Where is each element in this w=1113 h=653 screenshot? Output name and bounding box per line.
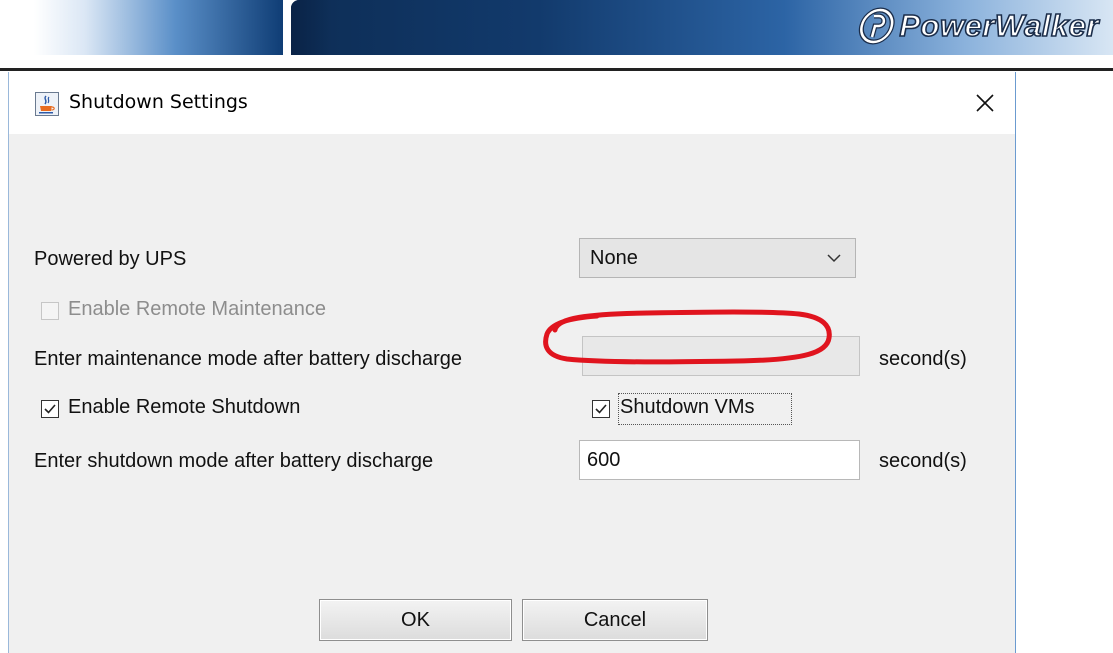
header-divider — [0, 68, 1113, 71]
enable-remote-maintenance-label: Enable Remote Maintenance — [68, 298, 326, 320]
close-icon — [976, 94, 994, 112]
powered-by-ups-label: Powered by UPS — [34, 248, 187, 270]
dialog-title: Shutdown Settings — [69, 91, 248, 113]
shutdown-vms-checkbox[interactable] — [592, 400, 610, 418]
checkmark-icon — [44, 404, 56, 414]
enable-remote-shutdown-label: Enable Remote Shutdown — [68, 396, 301, 418]
powerwalker-logo-icon — [859, 7, 896, 45]
close-button[interactable] — [955, 72, 1015, 134]
brand-name: PowerWalker — [899, 7, 1100, 44]
brand-logo: PowerWalker — [857, 6, 1099, 46]
banner-right: PowerWalker — [291, 0, 1113, 55]
shutdown-after-label: Enter shutdown mode after battery discha… — [34, 450, 434, 472]
checkmark-icon — [595, 404, 607, 414]
powered-by-ups-select[interactable]: None — [579, 238, 856, 278]
java-cup-icon — [35, 92, 59, 116]
maintenance-unit-label: second(s) — [879, 348, 967, 370]
shutdown-settings-dialog: Shutdown Settings Powered by UPS None En… — [8, 72, 1016, 653]
dialog-body: Powered by UPS None Enable Remote Mainte… — [9, 134, 1015, 653]
chevron-down-icon — [827, 254, 841, 263]
enable-remote-shutdown-checkbox[interactable] — [41, 400, 59, 418]
powered-by-ups-value: None — [590, 247, 638, 269]
dialog-titlebar[interactable]: Shutdown Settings — [9, 72, 1015, 134]
maintenance-seconds-field[interactable] — [582, 336, 860, 376]
enable-remote-maintenance-checkbox[interactable] — [41, 302, 59, 320]
shutdown-unit-label: second(s) — [879, 450, 967, 472]
ok-button[interactable]: OK — [319, 599, 512, 641]
maintenance-after-label: Enter maintenance mode after battery dis… — [34, 348, 463, 370]
shutdown-seconds-field[interactable]: 600 — [579, 440, 860, 480]
banner-left — [0, 0, 283, 55]
cancel-button[interactable]: Cancel — [522, 599, 708, 641]
shutdown-vms-label: Shutdown VMs — [620, 396, 755, 418]
